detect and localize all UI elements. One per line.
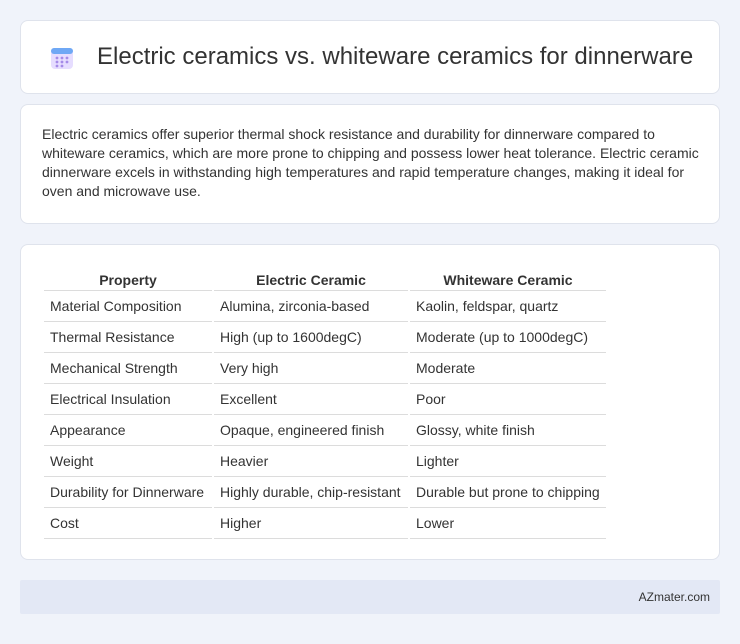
- table-cell-property: Cost: [44, 508, 212, 539]
- table-cell-electric: High (up to 1600degC): [214, 322, 408, 353]
- table-cell-property: Durability for Dinnerware: [44, 477, 212, 508]
- table-cell-property: Weight: [44, 446, 212, 477]
- calendar-icon: [51, 48, 73, 69]
- table-cell-electric: Excellent: [214, 384, 408, 415]
- column-header-property: Property: [44, 265, 212, 291]
- table-card: Property Electric Ceramic Whiteware Cera…: [20, 244, 720, 560]
- table-cell-whiteware: Kaolin, feldspar, quartz: [410, 291, 606, 322]
- table-cell-property: Material Composition: [44, 291, 212, 322]
- table-row: Thermal Resistance High (up to 1600degC)…: [44, 322, 606, 353]
- table-cell-whiteware: Poor: [410, 384, 606, 415]
- table-cell-electric: Opaque, engineered finish: [214, 415, 408, 446]
- column-header-electric-ceramic: Electric Ceramic: [214, 265, 408, 291]
- table-cell-electric: Very high: [214, 353, 408, 384]
- table-row: Mechanical Strength Very high Moderate: [44, 353, 606, 384]
- table-cell-property: Electrical Insulation: [44, 384, 212, 415]
- summary-text: Electric ceramics offer superior thermal…: [42, 126, 699, 199]
- table-header-row: Property Electric Ceramic Whiteware Cera…: [44, 265, 606, 291]
- table-row: Material Composition Alumina, zirconia-b…: [44, 291, 606, 322]
- table-row: Appearance Opaque, engineered finish Glo…: [44, 415, 606, 446]
- table-cell-whiteware: Moderate: [410, 353, 606, 384]
- column-header-whiteware-ceramic: Whiteware Ceramic: [410, 265, 606, 291]
- table-row: Weight Heavier Lighter: [44, 446, 606, 477]
- table-cell-whiteware: Lighter: [410, 446, 606, 477]
- table-cell-property: Mechanical Strength: [44, 353, 212, 384]
- footer-brand: AZmater.com: [638, 590, 710, 604]
- page-title: Electric ceramics vs. whiteware ceramics…: [97, 43, 694, 70]
- table-cell-property: Thermal Resistance: [44, 322, 212, 353]
- table-cell-electric: Heavier: [214, 446, 408, 477]
- table-cell-property: Appearance: [44, 415, 212, 446]
- comparison-table: Property Electric Ceramic Whiteware Cera…: [42, 265, 608, 539]
- footer: AZmater.com: [20, 580, 720, 614]
- table-row: Electrical Insulation Excellent Poor: [44, 384, 606, 415]
- table-row: Cost Higher Lower: [44, 508, 606, 539]
- table-cell-electric: Alumina, zirconia-based: [214, 291, 408, 322]
- summary-card: Electric ceramics offer superior thermal…: [20, 104, 720, 224]
- table-cell-electric: Highly durable, chip-resistant: [214, 477, 408, 508]
- table-row: Durability for Dinnerware Highly durable…: [44, 477, 606, 508]
- header-card: Electric ceramics vs. whiteware ceramics…: [20, 20, 720, 94]
- table-cell-whiteware: Glossy, white finish: [410, 415, 606, 446]
- table-cell-whiteware: Moderate (up to 1000degC): [410, 322, 606, 353]
- table-cell-electric: Higher: [214, 508, 408, 539]
- table-cell-whiteware: Durable but prone to chipping: [410, 477, 606, 508]
- table-cell-whiteware: Lower: [410, 508, 606, 539]
